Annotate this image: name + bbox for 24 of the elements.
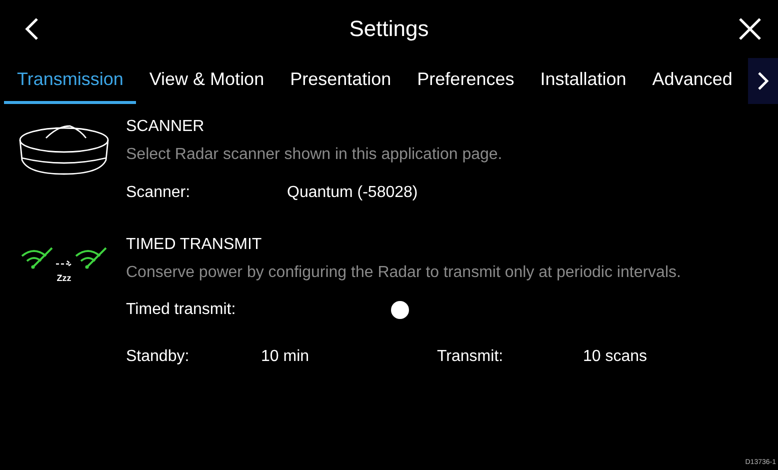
setting-label: Scanner: xyxy=(126,184,192,202)
section-heading: SCANNER xyxy=(126,118,206,137)
setting-label: Timed transmit: xyxy=(126,301,237,319)
back-chevron-icon xyxy=(24,17,40,41)
tab[interactable]: Installation xyxy=(527,58,640,104)
sleep-caption: Zzz xyxy=(56,273,72,283)
tab[interactable]: View & Motion xyxy=(136,58,278,104)
tab[interactable]: Preferences xyxy=(404,58,528,104)
toggle-switch[interactable] xyxy=(391,300,411,320)
section-heading: TIMED TRANSMIT xyxy=(126,236,263,255)
close-icon xyxy=(738,17,762,41)
section-description: Conserve power by configuring the Radar to transmit only at periodic intervals. xyxy=(126,264,681,282)
section-description: Select Radar scanner shown in this application page. xyxy=(126,146,502,164)
scanner-value[interactable]: Quantum (-58028) xyxy=(287,184,418,202)
window-title: Settings xyxy=(349,16,429,42)
scroll-tabs-button[interactable] xyxy=(748,58,778,104)
setting-label: Transmit: xyxy=(437,348,504,366)
standby-value[interactable]: 10 min xyxy=(261,348,437,366)
tab[interactable]: Presentation xyxy=(277,58,404,104)
chevron-right-icon xyxy=(757,71,769,91)
tab[interactable]: Advanced xyxy=(639,58,746,104)
tab[interactable]: Transmission xyxy=(4,58,136,104)
setting-label: Standby: xyxy=(126,348,190,366)
transmit-value[interactable]: 10 scans xyxy=(583,348,648,366)
